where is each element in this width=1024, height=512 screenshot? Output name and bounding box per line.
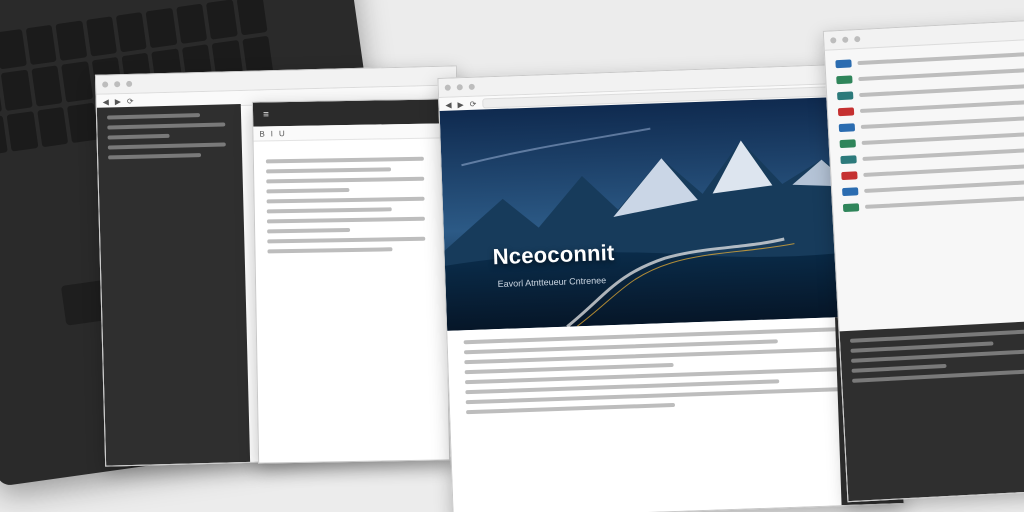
window-control-icon[interactable] — [126, 80, 133, 87]
right-dark-footer — [839, 320, 1024, 502]
list-item[interactable] — [837, 98, 1024, 117]
key — [85, 16, 118, 57]
key — [0, 28, 27, 70]
footer-lines — [840, 320, 1024, 391]
italic-icon[interactable]: I — [271, 129, 273, 138]
key — [6, 110, 39, 152]
placeholder-line — [464, 362, 674, 375]
placeholder-line — [107, 113, 201, 120]
placeholder-line — [107, 142, 226, 150]
status-badge — [841, 171, 858, 181]
placeholder-line — [463, 326, 861, 345]
list-item[interactable] — [839, 130, 1024, 149]
key — [31, 65, 63, 107]
list-item[interactable] — [841, 162, 1024, 181]
status-badge — [839, 139, 856, 149]
placeholder-line — [849, 329, 1024, 343]
placeholder-line — [864, 180, 1024, 193]
list-item[interactable] — [838, 114, 1024, 133]
placeholder-line — [267, 228, 351, 234]
refresh-icon[interactable]: ⟳ — [127, 96, 134, 105]
window-right-panel — [822, 19, 1024, 503]
list-item[interactable] — [842, 178, 1024, 197]
menu-icon[interactable]: ≡ — [263, 109, 269, 120]
key — [145, 7, 178, 49]
placeholder-line — [859, 100, 1024, 114]
placeholder-line — [861, 132, 1024, 145]
placeholder-line — [860, 116, 1024, 130]
placeholder-line — [862, 148, 1024, 161]
window-control-icon[interactable] — [842, 36, 849, 43]
window-control-icon[interactable] — [114, 81, 121, 88]
key — [1, 69, 33, 111]
status-badge — [837, 107, 855, 117]
placeholder-line — [466, 402, 676, 415]
key — [236, 0, 268, 36]
underline-icon[interactable]: U — [279, 129, 285, 138]
placeholder-line — [107, 133, 170, 140]
sidebar-lines — [97, 104, 243, 168]
status-badge — [836, 75, 853, 85]
placeholder-line — [857, 52, 1024, 66]
placeholder-line — [858, 68, 1024, 82]
status-badge — [842, 203, 860, 213]
placeholder-line — [267, 247, 392, 254]
status-badge — [837, 91, 854, 101]
status-badge — [840, 155, 857, 165]
window-control-icon[interactable] — [444, 84, 451, 91]
window-control-icon[interactable] — [468, 83, 475, 90]
document-heading — [266, 149, 432, 152]
document-body — [254, 138, 446, 263]
right-list — [825, 40, 1024, 223]
key — [115, 12, 148, 53]
key — [67, 102, 99, 144]
document-lines — [265, 156, 434, 254]
forward-icon[interactable]: ▶ — [115, 97, 121, 106]
back-icon[interactable]: ◀ — [103, 97, 109, 106]
window-control-icon[interactable] — [456, 84, 463, 91]
bold-icon[interactable]: B — [259, 129, 265, 138]
list-item[interactable] — [840, 146, 1024, 165]
key — [55, 20, 87, 62]
placeholder-line — [266, 216, 425, 224]
placeholder-line — [266, 196, 425, 204]
list-item[interactable] — [835, 50, 1024, 69]
key — [206, 0, 238, 41]
key — [37, 106, 69, 148]
window-control-icon[interactable] — [102, 81, 109, 88]
placeholder-line — [266, 176, 424, 184]
sidebar-dark — [96, 103, 251, 466]
window-control-icon[interactable] — [830, 37, 837, 44]
key — [61, 61, 93, 103]
status-badge — [838, 123, 856, 133]
screenshot-scene: ◀ ▶ ⟳ ≡ B I U ◀ ▶ ⟳ Nceoconnit Eavorl At… — [0, 0, 1024, 512]
forward-icon[interactable]: ▶ — [457, 100, 463, 109]
placeholder-line — [864, 196, 1024, 209]
key — [25, 24, 57, 66]
placeholder-line — [266, 207, 392, 214]
refresh-icon[interactable]: ⟳ — [470, 99, 477, 108]
placeholder-line — [267, 236, 425, 244]
placeholder-line — [265, 156, 424, 164]
placeholder-line — [107, 122, 226, 130]
placeholder-line — [850, 341, 993, 353]
window-titlebar-dark: ≡ — [252, 99, 444, 127]
list-item[interactable] — [842, 194, 1024, 213]
placeholder-line — [266, 167, 391, 174]
content-lines — [463, 326, 884, 415]
placeholder-line — [851, 363, 947, 373]
placeholder-line — [859, 84, 1024, 98]
placeholder-line — [863, 164, 1024, 177]
placeholder-line — [108, 153, 202, 160]
window-control-icon[interactable] — [854, 35, 861, 43]
list-item[interactable] — [837, 82, 1024, 101]
list-item[interactable] — [836, 66, 1024, 85]
placeholder-line — [266, 188, 350, 194]
back-icon[interactable]: ◀ — [445, 100, 451, 109]
status-badge — [835, 59, 852, 69]
hero-title: Nceoconnit — [492, 239, 615, 270]
status-badge — [842, 187, 859, 197]
window-middle-doc: ≡ B I U — [251, 98, 451, 464]
key — [176, 3, 208, 45]
